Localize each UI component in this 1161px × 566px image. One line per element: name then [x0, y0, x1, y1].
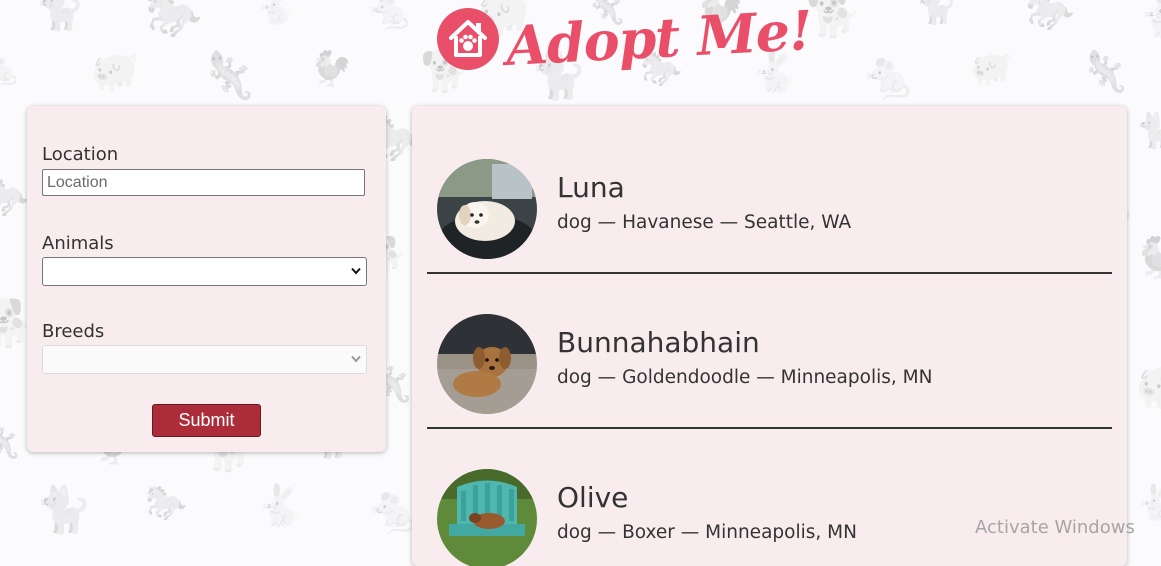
pet-card-bunnahabhain[interactable]: Bunnahabhain dog — Goldendoodle — Minnea… — [427, 274, 1112, 429]
animal-doodle: 🐓 — [1135, 235, 1161, 281]
animals-select[interactable] — [42, 257, 367, 286]
pet-card-olive[interactable]: Olive dog — Boxer — Minneapolis, MN — [427, 429, 1112, 566]
animal-doodle: 🐈 — [1135, 111, 1161, 151]
pet-name: Olive — [557, 481, 629, 514]
chevron-down-icon — [351, 267, 361, 275]
animal-doodle: 🐇 — [1135, 483, 1161, 523]
search-form: Location Animals Breeds Submit — [27, 106, 386, 452]
pet-photo — [437, 469, 537, 566]
animal-doodle: 🐈 — [35, 482, 93, 536]
breeds-select[interactable] — [42, 345, 367, 374]
app-title[interactable]: Adopt Me! — [504, 0, 814, 92]
pet-photo — [437, 159, 537, 259]
animal-doodle: 🦎 — [0, 421, 23, 461]
animal-doodle: 🐖 — [1135, 362, 1161, 408]
house-paw-icon[interactable] — [437, 8, 499, 70]
pet-results: Luna dog — Havanese — Seattle, WA Bunnah… — [412, 106, 1127, 566]
chevron-down-icon — [351, 355, 361, 363]
pet-name: Bunnahabhain — [557, 326, 760, 359]
animal-doodle: 🐎 — [145, 483, 188, 523]
animal-doodle: 🐇 — [255, 483, 305, 529]
header: Adopt Me! — [0, 0, 1161, 100]
location-input[interactable] — [42, 169, 365, 196]
pet-name: Luna — [557, 171, 625, 204]
breeds-label: Breeds — [42, 321, 105, 342]
animals-label: Animals — [42, 233, 114, 254]
submit-button[interactable]: Submit — [152, 404, 261, 437]
pet-info: dog — Boxer — Minneapolis, MN — [557, 522, 857, 543]
pet-info: dog — Havanese — Seattle, WA — [557, 212, 852, 233]
animal-doodle: 🐎 — [0, 173, 30, 219]
activate-windows-watermark: Activate Windows — [975, 517, 1135, 538]
pet-card-luna[interactable]: Luna dog — Havanese — Seattle, WA — [427, 119, 1112, 274]
pet-photo — [437, 314, 537, 414]
location-label: Location — [42, 144, 119, 165]
pet-info: dog — Goldendoodle — Minneapolis, MN — [557, 367, 933, 388]
